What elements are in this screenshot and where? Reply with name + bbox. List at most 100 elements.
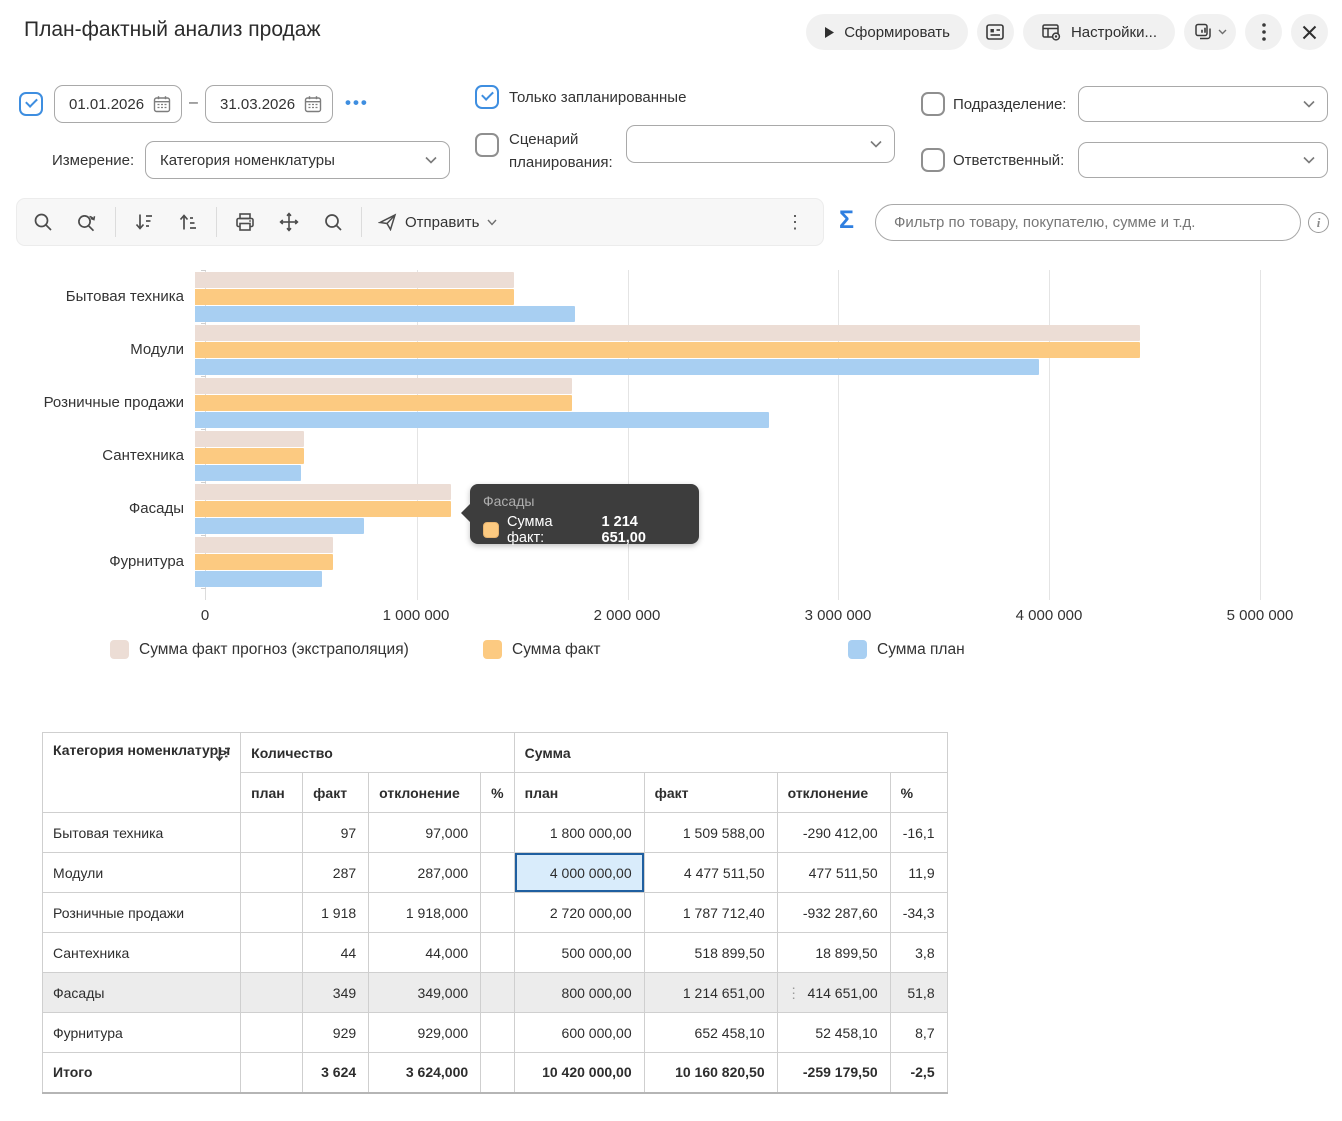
- chart-bar[interactable]: [195, 288, 514, 305]
- dimension-select[interactable]: Категория номенклатуры: [145, 141, 450, 179]
- report-variants-button[interactable]: [1184, 14, 1236, 50]
- calendar-icon[interactable]: [304, 95, 322, 113]
- chart-bar[interactable]: [195, 324, 1140, 341]
- scenario-label: Сценарий планирования:: [509, 131, 613, 171]
- cell-category[interactable]: Фурнитура: [41, 1012, 242, 1053]
- toolbar-more-button[interactable]: ⋮: [773, 202, 817, 242]
- info-icon[interactable]: i: [1308, 212, 1329, 233]
- calendar-icon[interactable]: [153, 95, 171, 113]
- selected-cell[interactable]: 4 000 000,00: [513, 852, 645, 893]
- close-button[interactable]: [1291, 14, 1328, 50]
- print-button[interactable]: [223, 202, 267, 242]
- table-total-row[interactable]: Итого 3 624 3 624,000 10 420 000,00 10 1…: [41, 1052, 948, 1094]
- department-select[interactable]: [1078, 86, 1328, 122]
- chart-bar[interactable]: [195, 553, 333, 570]
- scenario-checkbox[interactable]: [475, 133, 499, 157]
- subheader-qty-pct[interactable]: %: [480, 772, 515, 813]
- search-icon: [34, 213, 52, 231]
- chart-bar[interactable]: [195, 570, 322, 587]
- chevron-down-icon: [1303, 156, 1315, 164]
- chart-bar[interactable]: [195, 430, 305, 447]
- table-row[interactable]: Модули 287 287,000 4 000 000,00 4 477 51…: [41, 852, 948, 893]
- chart-bar[interactable]: [195, 483, 452, 500]
- chart-bar-group: [195, 429, 1250, 482]
- subheader-sum-plan[interactable]: план: [513, 772, 645, 813]
- chart-bar[interactable]: [195, 394, 573, 411]
- cell-menu-icon[interactable]: ⋮: [787, 984, 801, 1001]
- tooltip-series-swatch: [483, 522, 499, 538]
- table-row-hovered[interactable]: Фасады 349 349,000 800 000,00 1 214 651,…: [41, 972, 948, 1013]
- chart-bar[interactable]: [195, 358, 1039, 375]
- chart-category-group: Модули: [0, 323, 1260, 376]
- tooltip-value: 1 214 651,00: [601, 514, 646, 546]
- chart-bar[interactable]: [195, 305, 575, 322]
- form-view-button[interactable]: [976, 14, 1014, 50]
- search-next-button[interactable]: [65, 202, 109, 242]
- cell-category[interactable]: Розничные продажи: [41, 892, 242, 933]
- subheader-sum-dev[interactable]: отклонение: [776, 772, 891, 813]
- y-axis-tick: [201, 588, 206, 589]
- legend-item-fact[interactable]: Сумма факт: [483, 640, 600, 659]
- group-header-quantity[interactable]: Количество: [240, 732, 515, 773]
- search-button[interactable]: [21, 202, 65, 242]
- table-row[interactable]: Сантехника 44 44,000 500 000,00 518 899,…: [41, 932, 948, 973]
- generate-label: Сформировать: [844, 23, 950, 41]
- plan-fact-table: Категория номенклатуры Количество Сумма …: [41, 732, 948, 1094]
- subheader-qty-dev[interactable]: отклонение: [368, 772, 482, 813]
- cell-category[interactable]: Фасады: [41, 972, 242, 1013]
- zoom-button[interactable]: [311, 202, 355, 242]
- subheader-qty-plan[interactable]: план: [240, 772, 304, 813]
- period-checkbox[interactable]: [19, 92, 43, 116]
- more-actions-button[interactable]: [1245, 14, 1282, 50]
- chart-bar[interactable]: [195, 271, 514, 288]
- cell-category[interactable]: Бытовая техника: [41, 812, 242, 853]
- subheader-sum-pct[interactable]: %: [889, 772, 948, 813]
- legend-item-forecast[interactable]: Сумма факт прогноз (экстраполяция): [110, 640, 409, 659]
- scenario-select[interactable]: [626, 125, 895, 163]
- responsible-checkbox[interactable]: [921, 148, 945, 172]
- generate-button[interactable]: Сформировать: [806, 14, 968, 50]
- cell-category[interactable]: Сантехника: [41, 932, 242, 973]
- subheader-qty-fact[interactable]: факт: [302, 772, 370, 813]
- chart-bar[interactable]: [195, 447, 305, 464]
- settings-label: Настройки...: [1070, 23, 1157, 41]
- chart-category-group: Розничные продажи: [0, 376, 1260, 429]
- period-more-button[interactable]: •••: [345, 93, 369, 113]
- settings-button[interactable]: Настройки...: [1022, 14, 1175, 50]
- quick-filter-input[interactable]: [875, 204, 1301, 241]
- chart-bar[interactable]: [195, 377, 573, 394]
- table-row[interactable]: Бытовая техника 97 97,000 1 800 000,00 1…: [41, 812, 948, 853]
- cell-category[interactable]: Модули: [41, 852, 242, 893]
- group-header-sum[interactable]: Сумма: [513, 732, 948, 773]
- subheader-sum-fact[interactable]: факт: [643, 772, 778, 813]
- period-from-field[interactable]: 01.01.2026: [54, 85, 182, 123]
- chart-bar[interactable]: [195, 464, 301, 481]
- close-icon: [1302, 25, 1317, 39]
- department-checkbox[interactable]: [921, 92, 945, 116]
- gridline: [1260, 270, 1261, 600]
- responsible-select[interactable]: [1078, 142, 1328, 178]
- report-toolbar: Отправить ⋮: [16, 198, 824, 246]
- legend-item-plan[interactable]: Сумма план: [848, 640, 965, 659]
- only-planned-checkbox[interactable]: [475, 85, 499, 109]
- sort-ascending-button[interactable]: [166, 202, 210, 242]
- totals-sigma-icon[interactable]: Σ: [839, 206, 854, 235]
- chart-category-label: Фурнитура: [109, 553, 184, 570]
- sort-icon[interactable]: [214, 745, 232, 763]
- pan-button[interactable]: [267, 202, 311, 242]
- chart-bar-group: [195, 535, 1250, 588]
- chart-bar[interactable]: [195, 536, 333, 553]
- magnifier-icon: [325, 214, 342, 231]
- chart-bar[interactable]: [195, 341, 1140, 358]
- period-to-value: 31.03.2026: [220, 95, 296, 113]
- table-row[interactable]: Розничные продажи 1 918 1 918,000 2 720 …: [41, 892, 948, 933]
- column-header-category[interactable]: Категория номенклатуры: [41, 732, 242, 813]
- chart-bar[interactable]: [195, 517, 364, 534]
- period-to-field[interactable]: 31.03.2026: [205, 85, 333, 123]
- table-row[interactable]: Фурнитура 929 929,000 600 000,00 652 458…: [41, 1012, 948, 1053]
- send-button[interactable]: Отправить: [368, 213, 507, 231]
- chart-bar[interactable]: [195, 500, 452, 517]
- chart-bar[interactable]: [195, 411, 769, 428]
- sort-descending-button[interactable]: [122, 202, 166, 242]
- chart-rows: Бытовая техника Модули Розничные продажи Са…: [0, 270, 1260, 600]
